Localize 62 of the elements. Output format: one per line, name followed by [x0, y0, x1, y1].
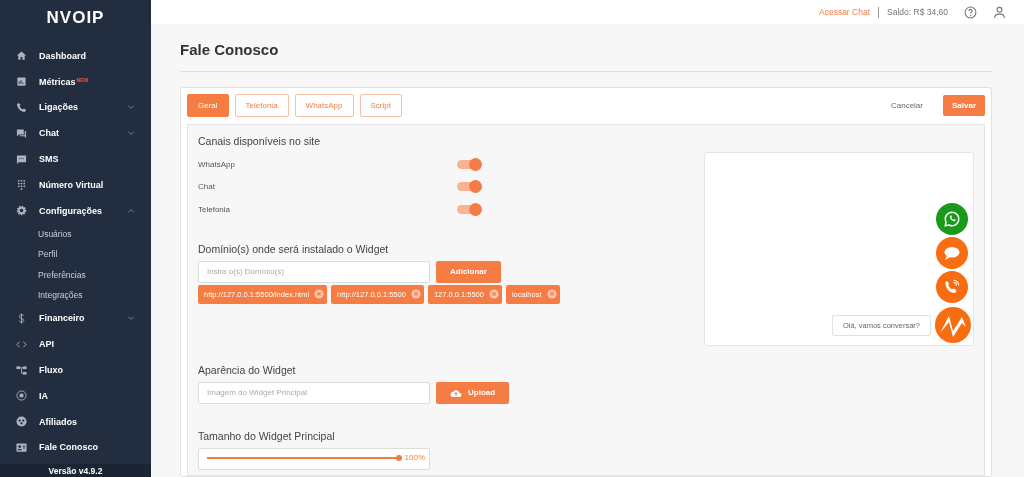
contact-card-icon	[16, 441, 27, 453]
sidebar-item[interactable]: Dashboard	[0, 43, 151, 69]
channel-label: Telefonia	[198, 204, 231, 214]
sidebar-item[interactable]: Chat	[0, 120, 151, 147]
submenu-item[interactable]: Perfil	[0, 244, 151, 265]
phone-icon	[943, 278, 961, 296]
version-label: Versão v4.9.2	[0, 464, 151, 477]
remove-icon[interactable]	[488, 289, 499, 299]
sidebar-item[interactable]: Fluxo	[0, 357, 151, 383]
sidebar-item[interactable]: API	[0, 331, 151, 358]
remove-icon[interactable]	[314, 289, 325, 299]
nvoip-logo[interactable]: NVOIP	[0, 0, 151, 38]
widget-button[interactable]	[936, 237, 968, 269]
dollar-icon	[16, 312, 27, 324]
image-field[interactable]: Imagem do Widget Principal	[198, 381, 430, 404]
toggle-switch[interactable]	[457, 204, 481, 214]
section-heading: Domínio(s) onde será instalado o Widget	[198, 242, 390, 255]
submenu-item[interactable]: Preferências	[0, 264, 151, 286]
section-heading: Canais disponíveis no site	[198, 135, 321, 147]
domain-field[interactable]: Insira o(s) Domínio(s)	[198, 260, 430, 283]
cancel-button[interactable]: Cancelar	[884, 100, 929, 111]
sidebar-item[interactable]: Número Virtual	[0, 172, 151, 198]
sidebar-item[interactable]: Configurações	[0, 197, 151, 224]
section-heading: Tamanho do Widget Principal	[198, 429, 336, 442]
slider-thumb[interactable]	[396, 454, 402, 461]
chip-icon	[16, 390, 27, 402]
submenu-item[interactable]: Integrações	[0, 285, 151, 306]
remove-icon[interactable]	[546, 289, 557, 299]
toggle-switch[interactable]	[457, 159, 481, 169]
widget-button[interactable]	[936, 203, 968, 235]
sidebar-item[interactable]: SMS	[0, 146, 151, 172]
channel-label: WhatsApp	[198, 159, 235, 169]
sidebar-item[interactable]: IA	[0, 382, 151, 409]
chart-icon	[16, 76, 27, 88]
group-icon	[16, 416, 27, 428]
section-heading: Aparência do Widget	[198, 363, 297, 376]
settings-icon	[16, 205, 27, 217]
balance-text: Saldo: R$ 34,60	[887, 7, 948, 17]
home-icon	[16, 50, 27, 62]
channel-label: Chat	[198, 182, 215, 192]
page-title: Fale Conosco	[180, 40, 280, 60]
dialpad-icon	[16, 179, 27, 191]
sidebar-item[interactable]: Ligações	[0, 94, 151, 121]
cloud-upload-icon	[450, 387, 462, 398]
sidebar-item[interactable]: Afiliados	[0, 408, 151, 435]
remove-icon[interactable]	[410, 289, 421, 299]
brand-launcher-icon[interactable]	[935, 307, 971, 343]
sidebar-item[interactable]: Métricas$^{NEW}$	[0, 68, 151, 95]
help-icon	[964, 5, 977, 19]
sidebar-item[interactable]: Fale Conosco	[0, 434, 151, 461]
flow-icon	[16, 364, 27, 376]
chat-bubble-icon	[943, 244, 961, 262]
widget-button[interactable]	[936, 271, 968, 303]
whatsapp-icon	[943, 210, 961, 228]
chat-icon	[16, 127, 27, 139]
toggle-switch[interactable]	[457, 182, 481, 192]
user-icon	[993, 5, 1006, 19]
phone-icon	[16, 102, 27, 113]
message-icon	[16, 153, 27, 165]
sidebar-item[interactable]: Financeiro	[0, 305, 151, 332]
size-reading: 100%	[404, 452, 425, 462]
submenu-item[interactable]: Usuários	[0, 223, 151, 245]
